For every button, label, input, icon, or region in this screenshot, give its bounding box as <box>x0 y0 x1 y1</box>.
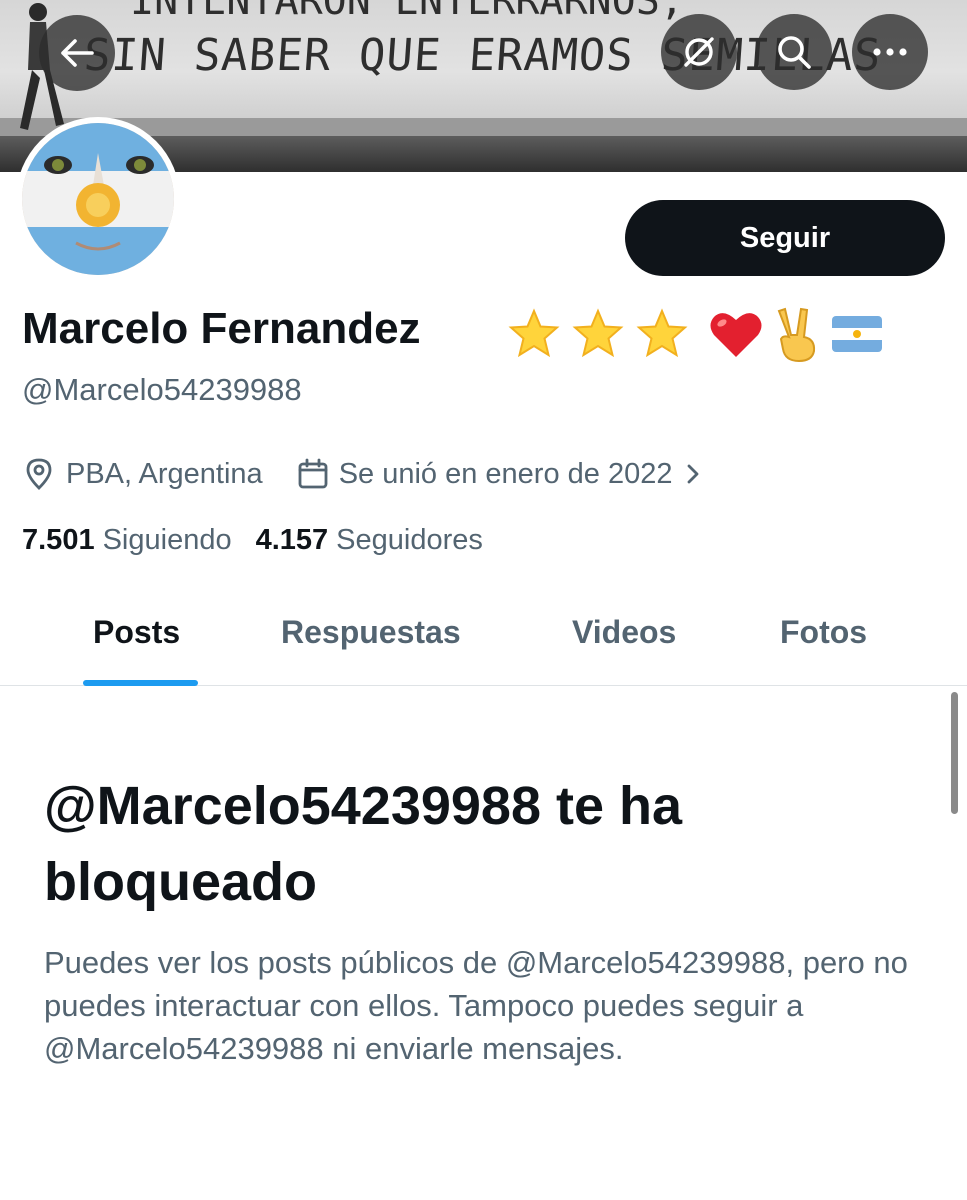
location-text: PBA, Argentina <box>66 457 263 490</box>
tab-posts[interactable]: Posts <box>93 614 180 651</box>
location-pin-icon <box>26 458 52 490</box>
blocked-title: @Marcelo54239988 te ha bloqueado <box>44 776 683 912</box>
follow-stats: 7.501 Siguiendo 4.157 Seguidores <box>22 524 483 557</box>
argentina-flag-emoji-icon <box>832 316 882 352</box>
banner-graffiti-line1: INTENTARON ENTERRARNOS, <box>130 0 684 24</box>
scrollbar[interactable] <box>951 692 958 814</box>
back-button[interactable] <box>39 15 115 91</box>
media-toggle-button[interactable] <box>661 14 737 90</box>
search-button[interactable] <box>756 14 832 90</box>
blocked-description: Puedes ver los posts públicos de @Marcel… <box>44 945 908 1066</box>
name-emoji-row <box>507 305 883 363</box>
star-emoji-icon <box>636 308 688 358</box>
more-options-button[interactable] <box>852 14 928 90</box>
avatar-image <box>22 123 174 275</box>
victory-hand-emoji-icon <box>777 307 816 363</box>
following-count: 7.501 <box>22 524 95 556</box>
profile-tabs: Posts Respuestas Videos Fotos <box>0 596 967 686</box>
tab-videos[interactable]: Videos <box>572 614 676 651</box>
join-date[interactable]: Se unió en enero de 2022 <box>297 458 711 491</box>
location: PBA, Argentina <box>22 457 263 491</box>
tab-fotos[interactable]: Fotos <box>780 614 867 651</box>
search-icon <box>778 36 811 69</box>
star-emoji-icon <box>508 308 560 358</box>
chevron-right-icon <box>688 464 699 484</box>
followers-count: 4.157 <box>255 524 329 556</box>
heart-emoji-icon <box>710 313 762 357</box>
followers-label: Seguidores <box>336 524 483 556</box>
tab-respuestas[interactable]: Respuestas <box>281 614 461 651</box>
image-off-icon <box>684 37 714 67</box>
active-tab-indicator <box>83 680 198 686</box>
arrow-left-icon <box>61 39 94 67</box>
join-date-text: Se unió en enero de 2022 <box>338 457 673 490</box>
star-emoji-icon <box>572 308 624 358</box>
following-label: Siguiendo <box>102 524 232 556</box>
followers-stat[interactable]: 4.157 Seguidores <box>256 524 483 557</box>
more-horizontal-icon <box>873 48 907 56</box>
display-name: Marcelo Fernandez <box>22 304 421 353</box>
calendar-icon <box>298 458 328 489</box>
profile-meta-row: PBA, Argentina Se unió en enero de 2022 <box>22 454 710 494</box>
follow-button[interactable]: Seguir <box>625 200 945 276</box>
profile-handle: @Marcelo54239988 <box>22 372 302 407</box>
avatar[interactable] <box>16 117 180 281</box>
following-stat[interactable]: 7.501 Siguiendo <box>22 524 232 557</box>
